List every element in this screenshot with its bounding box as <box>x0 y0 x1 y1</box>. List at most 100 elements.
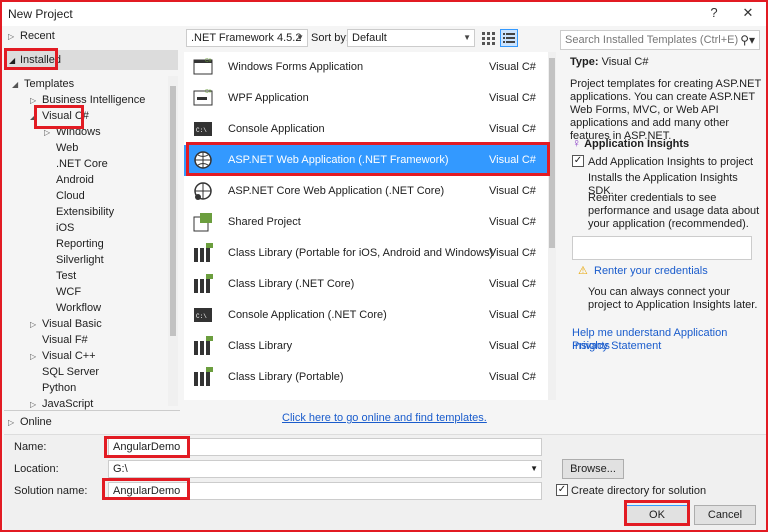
online-templates-link[interactable]: Click here to go online and find templat… <box>282 412 487 424</box>
template-language: Visual C# <box>489 61 536 73</box>
tree-item-label: Test <box>56 270 77 282</box>
solution-name-input[interactable]: AngularDemo <box>108 482 542 500</box>
template-row[interactable]: Class Library (Portable for iOS, Android… <box>184 238 548 269</box>
template-language: Visual C# <box>489 309 536 321</box>
solution-name-label: Solution name: <box>14 485 88 497</box>
template-list-scrollbar[interactable] <box>548 52 556 400</box>
cancel-button[interactable]: Cancel <box>694 505 756 525</box>
tree-item-label: WCF <box>56 286 82 298</box>
template-name: Class Library (Portable) <box>228 371 344 383</box>
tree-item[interactable]: Visual F# <box>30 332 88 348</box>
tree-item[interactable]: .NET Core <box>44 156 108 172</box>
list-view-icon[interactable] <box>500 29 518 47</box>
template-row[interactable]: C# WPF Application Visual C# <box>184 83 548 114</box>
sort-select[interactable]: Default ▼ <box>347 29 475 47</box>
tree-item-label: Visual Basic <box>42 318 102 330</box>
template-list-scrollbar-thumb[interactable] <box>549 58 555 248</box>
tree-item[interactable]: Python <box>30 380 76 396</box>
close-button[interactable]: ✕ <box>736 4 760 22</box>
chevron-down-icon: ▼ <box>296 33 304 42</box>
console-icon: C:\ <box>192 118 214 140</box>
svg-text:C#: C# <box>205 58 212 64</box>
reenter-credentials-link[interactable]: Renter your credentials <box>594 265 708 278</box>
tree-item[interactable]: ▷ Visual C++ <box>30 348 96 364</box>
template-row[interactable]: Shared Project Visual C# <box>184 207 548 238</box>
location-input[interactable]: G:\ ▼ <box>108 460 542 478</box>
chevron-down-icon: ▼ <box>530 464 538 473</box>
tree-item-templates[interactable]: ◢ Templates <box>12 76 74 92</box>
help-button[interactable]: ? <box>702 4 726 22</box>
tree-item[interactable]: Web <box>44 140 78 156</box>
tree-item[interactable]: Extensibility <box>44 204 114 220</box>
create-directory-checkbox[interactable]: ✓ <box>556 484 568 496</box>
tree-item-label: .NET Core <box>56 158 108 170</box>
tree-item[interactable]: ▷ Business Intelligence <box>30 92 145 108</box>
template-name: Shared Project <box>228 216 301 228</box>
template-language: Visual C# <box>489 278 536 290</box>
tree-item[interactable]: ▷ Windows <box>44 124 101 140</box>
template-row[interactable]: C# Windows Forms Application Visual C# <box>184 52 548 83</box>
warning-icon: ⚠ <box>578 265 588 277</box>
type-value: Visual C# <box>601 56 649 68</box>
svg-text:C:\: C:\ <box>196 127 207 134</box>
template-row[interactable]: Class Library Visual C# <box>184 331 548 362</box>
tree-item-label: Visual C++ <box>42 350 96 362</box>
template-name: WPF Application <box>228 92 309 104</box>
tree-item[interactable]: SQL Server <box>30 364 99 380</box>
template-row[interactable]: Class Library (.NET Core) Visual C# <box>184 269 548 300</box>
tree-item[interactable]: ◢ Visual C# <box>30 108 89 124</box>
template-row[interactable]: ASP.NET Web Application (.NET Framework)… <box>184 145 548 176</box>
collapse-arrow-icon: ◢ <box>12 80 19 89</box>
tree-item[interactable]: ▷ Visual Basic <box>30 316 102 332</box>
ok-button[interactable]: OK <box>626 505 688 525</box>
template-row[interactable]: C:\ Console Application Visual C# <box>184 114 548 145</box>
privacy-link[interactable]: Privacy Statement <box>572 340 661 353</box>
add-insights-checkbox[interactable]: ✓ <box>572 155 584 167</box>
tree-item[interactable]: Workflow <box>44 300 101 316</box>
template-list: C# Windows Forms Application Visual C# C# WP… <box>184 52 556 400</box>
expand-arrow-icon: ▷ <box>30 320 37 329</box>
tree-item-installed[interactable]: ◢ Installed <box>6 50 178 70</box>
shared-project-icon <box>192 211 214 233</box>
tree-item[interactable]: Android <box>44 172 94 188</box>
reenter-text: Reenter credentials to see performance a… <box>588 192 760 230</box>
title-bar: New Project ? ✕ <box>2 2 766 26</box>
account-field[interactable] <box>572 236 752 260</box>
tree-item[interactable]: iOS <box>44 220 74 236</box>
tree-item[interactable]: Cloud <box>44 188 85 204</box>
expand-arrow-icon: ▷ <box>30 96 37 105</box>
grid-view-icon[interactable] <box>480 30 496 46</box>
tree-item[interactable]: Reporting <box>44 236 104 252</box>
tree-item[interactable]: Test <box>44 268 76 284</box>
svg-text:C:\: C:\ <box>196 313 207 320</box>
tree-item-online[interactable]: ▷ Online <box>8 414 52 430</box>
template-language: Visual C# <box>489 154 536 166</box>
template-name: Class Library (.NET Core) <box>228 278 355 290</box>
add-insights-label: Add Application Insights to project <box>588 156 754 168</box>
tree-item-label: Visual C# <box>42 110 89 122</box>
template-name: ASP.NET Web Application (.NET Framework) <box>228 154 449 166</box>
template-row[interactable]: C:\ Console Application (.NET Core) Visual… <box>184 300 548 331</box>
tree-scrollbar[interactable] <box>168 76 178 406</box>
template-name: Class Library (Portable for iOS, Android… <box>228 247 494 259</box>
globe-core-icon <box>192 180 214 202</box>
name-input[interactable]: AngularDemo <box>108 438 542 456</box>
type-label: Type: <box>570 56 599 68</box>
new-project-dialog: New Project ? ✕ ▷ Recent ◢ Installed ◢ Temp… <box>0 0 768 532</box>
tree-item-label: Reporting <box>56 238 104 250</box>
template-language: Visual C# <box>489 92 536 104</box>
tree-scrollbar-thumb[interactable] <box>170 86 176 336</box>
tree-item-label: Silverlight <box>56 254 104 266</box>
template-row[interactable]: ASP.NET Core Web Application (.NET Core)… <box>184 176 548 207</box>
tree-item-recent[interactable]: ▷ Recent <box>8 28 55 44</box>
template-language: Visual C# <box>489 216 536 228</box>
class-library-icon <box>192 242 214 264</box>
browse-button[interactable]: Browse... <box>562 459 624 479</box>
tree-item[interactable]: WCF <box>44 284 81 300</box>
template-row[interactable]: Class Library (Portable) Visual C# <box>184 362 548 393</box>
framework-select[interactable]: .NET Framework 4.5.2 ▼ <box>186 29 308 47</box>
tree-item[interactable]: Silverlight <box>44 252 104 268</box>
globe-icon <box>192 149 214 171</box>
tree-item-label: Cloud <box>56 190 85 202</box>
search-input[interactable]: Search Installed Templates (Ctrl+E) ⚲▾ <box>560 30 760 50</box>
